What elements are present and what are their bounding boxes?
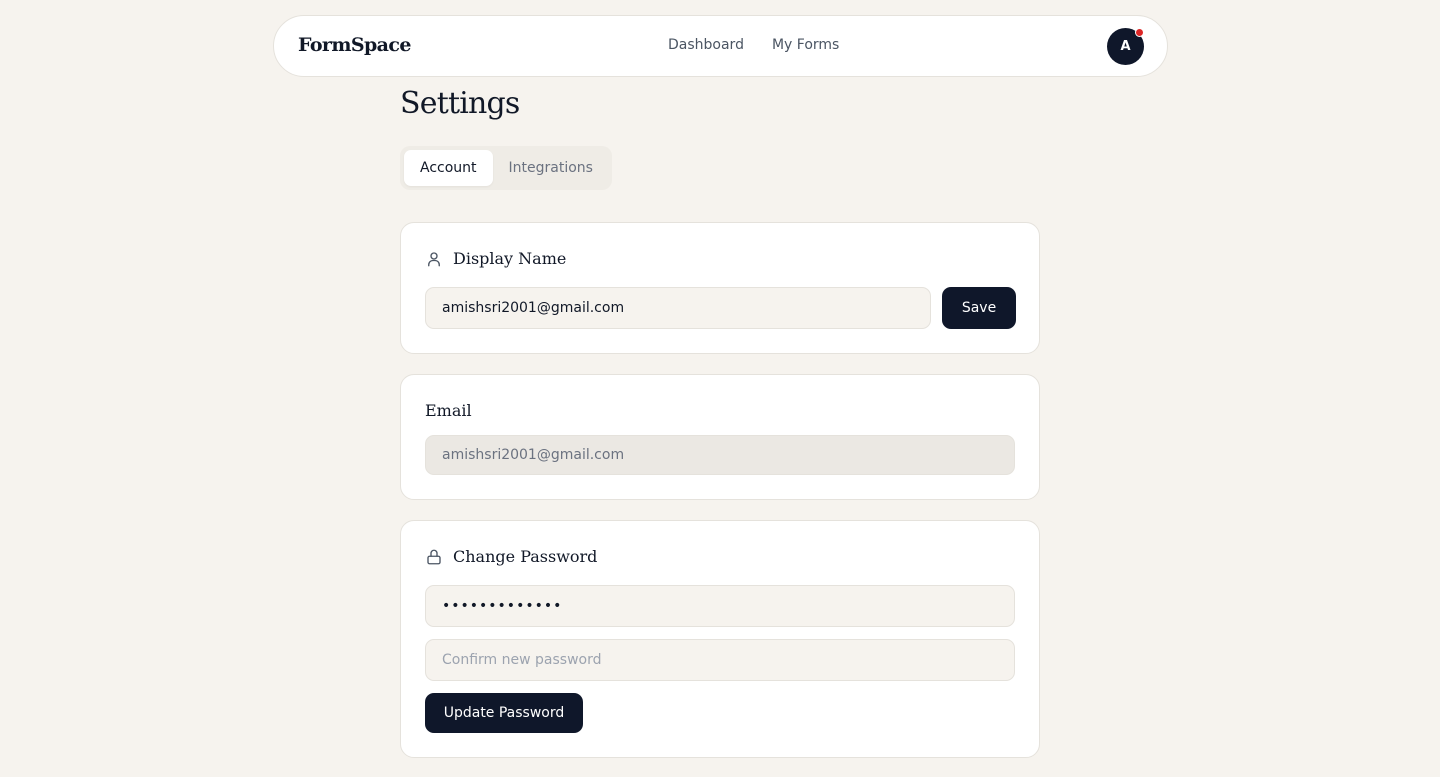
notification-dot xyxy=(1135,28,1144,37)
display-name-label: Display Name xyxy=(453,249,567,268)
save-button[interactable]: Save xyxy=(942,287,1016,329)
user-avatar[interactable]: A xyxy=(1107,28,1144,65)
email-heading: Email xyxy=(425,401,472,420)
display-name-heading: Display Name xyxy=(425,249,566,268)
update-password-button[interactable]: Update Password xyxy=(425,693,583,733)
confirm-password-input[interactable] xyxy=(425,639,1015,681)
display-name-card: Display Name Save xyxy=(400,222,1040,354)
email-card: Email xyxy=(400,374,1040,500)
user-icon xyxy=(425,250,443,268)
nav-link-my-forms[interactable]: My Forms xyxy=(772,37,839,53)
tab-integrations[interactable]: Integrations xyxy=(493,150,609,186)
new-password-input[interactable] xyxy=(425,585,1015,627)
tab-account[interactable]: Account xyxy=(404,150,493,186)
email-input xyxy=(425,435,1015,475)
nav-link-dashboard[interactable]: Dashboard xyxy=(668,37,744,53)
change-password-heading: Change Password xyxy=(425,547,597,566)
display-name-input[interactable] xyxy=(425,287,931,329)
email-label: Email xyxy=(425,401,472,420)
avatar-initial: A xyxy=(1120,39,1131,54)
change-password-label: Change Password xyxy=(453,547,598,566)
change-password-card: Change Password Update Password xyxy=(400,520,1040,758)
brand-logo[interactable]: FormSpace xyxy=(298,34,411,56)
settings-tabs: Account Integrations xyxy=(400,146,612,190)
lock-icon xyxy=(425,548,443,566)
page-title: Settings xyxy=(400,86,520,121)
top-navbar: FormSpace Dashboard My Forms A xyxy=(273,15,1168,77)
nav-links: Dashboard My Forms xyxy=(668,37,839,53)
